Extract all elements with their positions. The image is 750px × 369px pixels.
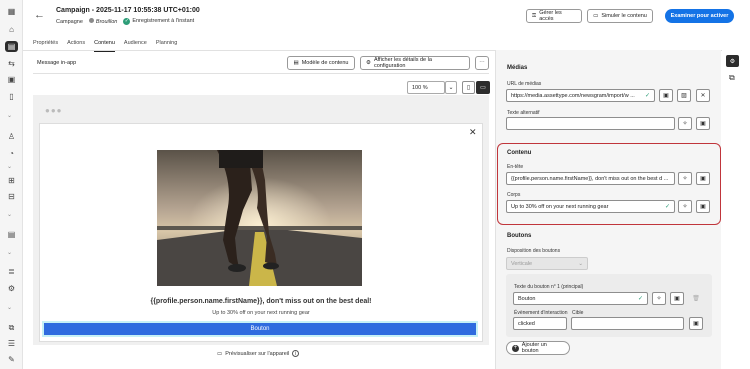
window-dots-icon: ●●● xyxy=(45,106,63,115)
left-navigation-rail: ▦ ⌂ ⌄ ▤ ⇆ ▣ ▯ ⌄ ♙ ◔ ⌄ ⊞ ⊟ ⌄ ▤ ⌄ ≣ ⚙ ⌄ ⧉ … xyxy=(0,0,23,369)
target-field[interactable] xyxy=(571,317,684,330)
check-circle-icon: ✓ xyxy=(123,18,131,25)
asset-picker-icon[interactable]: ▣ xyxy=(670,292,684,305)
copy-icon[interactable]: ⧉ xyxy=(5,322,18,333)
segments-icon[interactable]: ◔ xyxy=(5,148,18,159)
document-icon[interactable]: ▯ xyxy=(5,91,18,102)
asset-picker-icon[interactable]: ▣ xyxy=(696,117,710,130)
monitor-icon: ▭ xyxy=(593,13,599,19)
table-icon[interactable]: ▤ xyxy=(5,229,18,240)
button-text-field[interactable]: Bouton ✓ xyxy=(513,292,648,305)
content-icon[interactable]: ▣ xyxy=(5,74,18,85)
mobile-view-icon[interactable]: ▯ xyxy=(462,81,475,94)
content-template-button[interactable]: ▤ Modèle de contenu xyxy=(287,56,355,70)
chevron-down-icon[interactable]: ⌄ xyxy=(7,304,12,311)
settings-icon: ⚙ xyxy=(366,60,371,66)
list-icon[interactable]: ≣ xyxy=(5,266,18,277)
pen-icon[interactable]: ✎ xyxy=(5,354,18,365)
back-arrow-icon[interactable]: ← xyxy=(34,9,45,21)
chevron-down-icon: ⌄ xyxy=(578,260,583,267)
asset-picker-icon[interactable]: ▣ xyxy=(659,89,673,102)
check-icon: ✓ xyxy=(664,204,670,210)
chevron-down-icon[interactable]: ⌄ xyxy=(7,249,12,256)
chevron-down-icon[interactable]: ⌄ xyxy=(445,81,457,94)
save-status: ✓ Enregistrement à l'instant xyxy=(123,18,195,25)
simulate-content-button[interactable]: ▭ Simuler le contenu xyxy=(587,9,653,23)
alt-text-field[interactable] xyxy=(506,117,675,130)
chevron-down-icon[interactable]: ⌄ xyxy=(7,112,12,119)
asset-picker-icon[interactable]: ▣ xyxy=(689,317,703,330)
chevron-down-icon[interactable]: ⌄ xyxy=(7,163,12,170)
type-label: Campagne xyxy=(56,18,83,25)
plus-icon: + xyxy=(512,344,519,352)
interaction-field[interactable]: clicked xyxy=(513,317,567,330)
settings-icon[interactable]: ⚙ xyxy=(726,55,739,67)
close-icon[interactable]: ✕ xyxy=(696,89,710,102)
campaigns-icon[interactable]: ▤ xyxy=(5,41,18,52)
interaction-label: Évènement d'interaction xyxy=(514,310,568,316)
medias-title: Médias xyxy=(507,65,528,71)
message-title: {{profile.person.name.firstName}}, don't… xyxy=(150,298,372,305)
page-title: Campaign - 2025-11-17 10:55:38 UTC+01:00 xyxy=(56,7,200,14)
schema-icon[interactable]: ⊞ xyxy=(5,175,18,186)
editor-section-label: Message in-app xyxy=(37,60,77,66)
journey-icon[interactable]: ⇆ xyxy=(5,58,18,69)
asset-picker-icon[interactable]: ▣ xyxy=(696,172,710,185)
message-body: Up to 30% off on your next running gear xyxy=(212,310,310,316)
content-title: Contenu xyxy=(507,150,532,156)
settings-icon[interactable]: ⚙ xyxy=(5,283,18,294)
media-url-label: URL de médias xyxy=(507,81,542,87)
lock-icon: ⚿ xyxy=(532,12,537,19)
toolbar-divider xyxy=(33,73,489,74)
status-dot-icon xyxy=(88,18,94,23)
preview-device-link[interactable]: ▭ Prévisualiser sur l'appareil i xyxy=(217,350,300,357)
add-button-button[interactable]: + Ajouter un bouton xyxy=(506,341,570,355)
grid-icon[interactable]: ▦ xyxy=(5,6,18,17)
status-badge: Brouillon xyxy=(88,18,117,25)
status-row: Campagne Brouillon ✓ Enregistrement à l'i… xyxy=(56,18,194,25)
layout-select[interactable]: Verticale ⌄ xyxy=(506,257,588,270)
layers-icon[interactable]: ⧉ xyxy=(729,73,735,83)
person-icon[interactable]: ♙ xyxy=(5,131,18,142)
check-icon: ✓ xyxy=(644,93,650,99)
hero-image[interactable] xyxy=(157,150,362,286)
right-tool-rail xyxy=(722,50,750,369)
header-label: En-tête xyxy=(507,164,524,170)
buttons-title: Boutons xyxy=(507,233,532,239)
target-label: Cible xyxy=(572,310,584,316)
info-icon[interactable]: i xyxy=(292,350,300,357)
image-icon[interactable]: ▨ xyxy=(677,89,691,102)
check-icon: ✓ xyxy=(637,296,643,302)
show-config-button[interactable]: ⚙ Afficher les détails de la configuratio… xyxy=(360,56,470,70)
alt-text-label: Texte alternatif xyxy=(507,110,540,116)
data-icon[interactable]: ⊟ xyxy=(5,191,18,202)
delete-icon[interactable]: 🗑 xyxy=(689,292,703,305)
manage-access-button[interactable]: ⚿ Gérer les accès xyxy=(526,9,582,23)
device-icon: ▭ xyxy=(217,350,223,357)
header-field[interactable]: {{profile.person.name.firstName}}, don't… xyxy=(506,172,675,185)
home-icon[interactable]: ⌂ xyxy=(5,24,18,35)
personalize-icon[interactable]: ✧ xyxy=(652,292,666,305)
ellipsis-icon: ⋯ xyxy=(479,60,485,66)
body-field[interactable]: Up to 30% off on your next running gear ✓ xyxy=(506,200,675,213)
personalize-icon[interactable]: ✧ xyxy=(678,200,692,213)
personalize-icon[interactable]: ✧ xyxy=(678,172,692,185)
media-url-field[interactable]: https://media.assettype.com/newsgram/imp… xyxy=(506,89,655,102)
body-label: Corps xyxy=(507,192,521,198)
chevron-down-icon[interactable]: ⌄ xyxy=(7,211,12,218)
message-button[interactable]: Bouton xyxy=(42,321,478,337)
review-activate-button[interactable]: Examiner pour activer xyxy=(665,9,734,23)
personalize-icon[interactable]: ✧ xyxy=(678,117,692,130)
layout-label: Disposition des boutons xyxy=(507,248,561,254)
close-icon[interactable]: ✕ xyxy=(469,127,477,138)
asset-picker-icon[interactable]: ▣ xyxy=(696,200,710,213)
desktop-view-icon[interactable]: ▭ xyxy=(476,81,490,94)
template-icon: ▤ xyxy=(293,60,299,66)
more-options-button[interactable]: ⋯ xyxy=(475,56,489,70)
layers-icon[interactable]: ☰ xyxy=(5,338,18,349)
button-text-label: Texte du bouton n° 1 (principal) xyxy=(514,284,584,290)
zoom-select[interactable]: 100 % xyxy=(407,81,445,94)
